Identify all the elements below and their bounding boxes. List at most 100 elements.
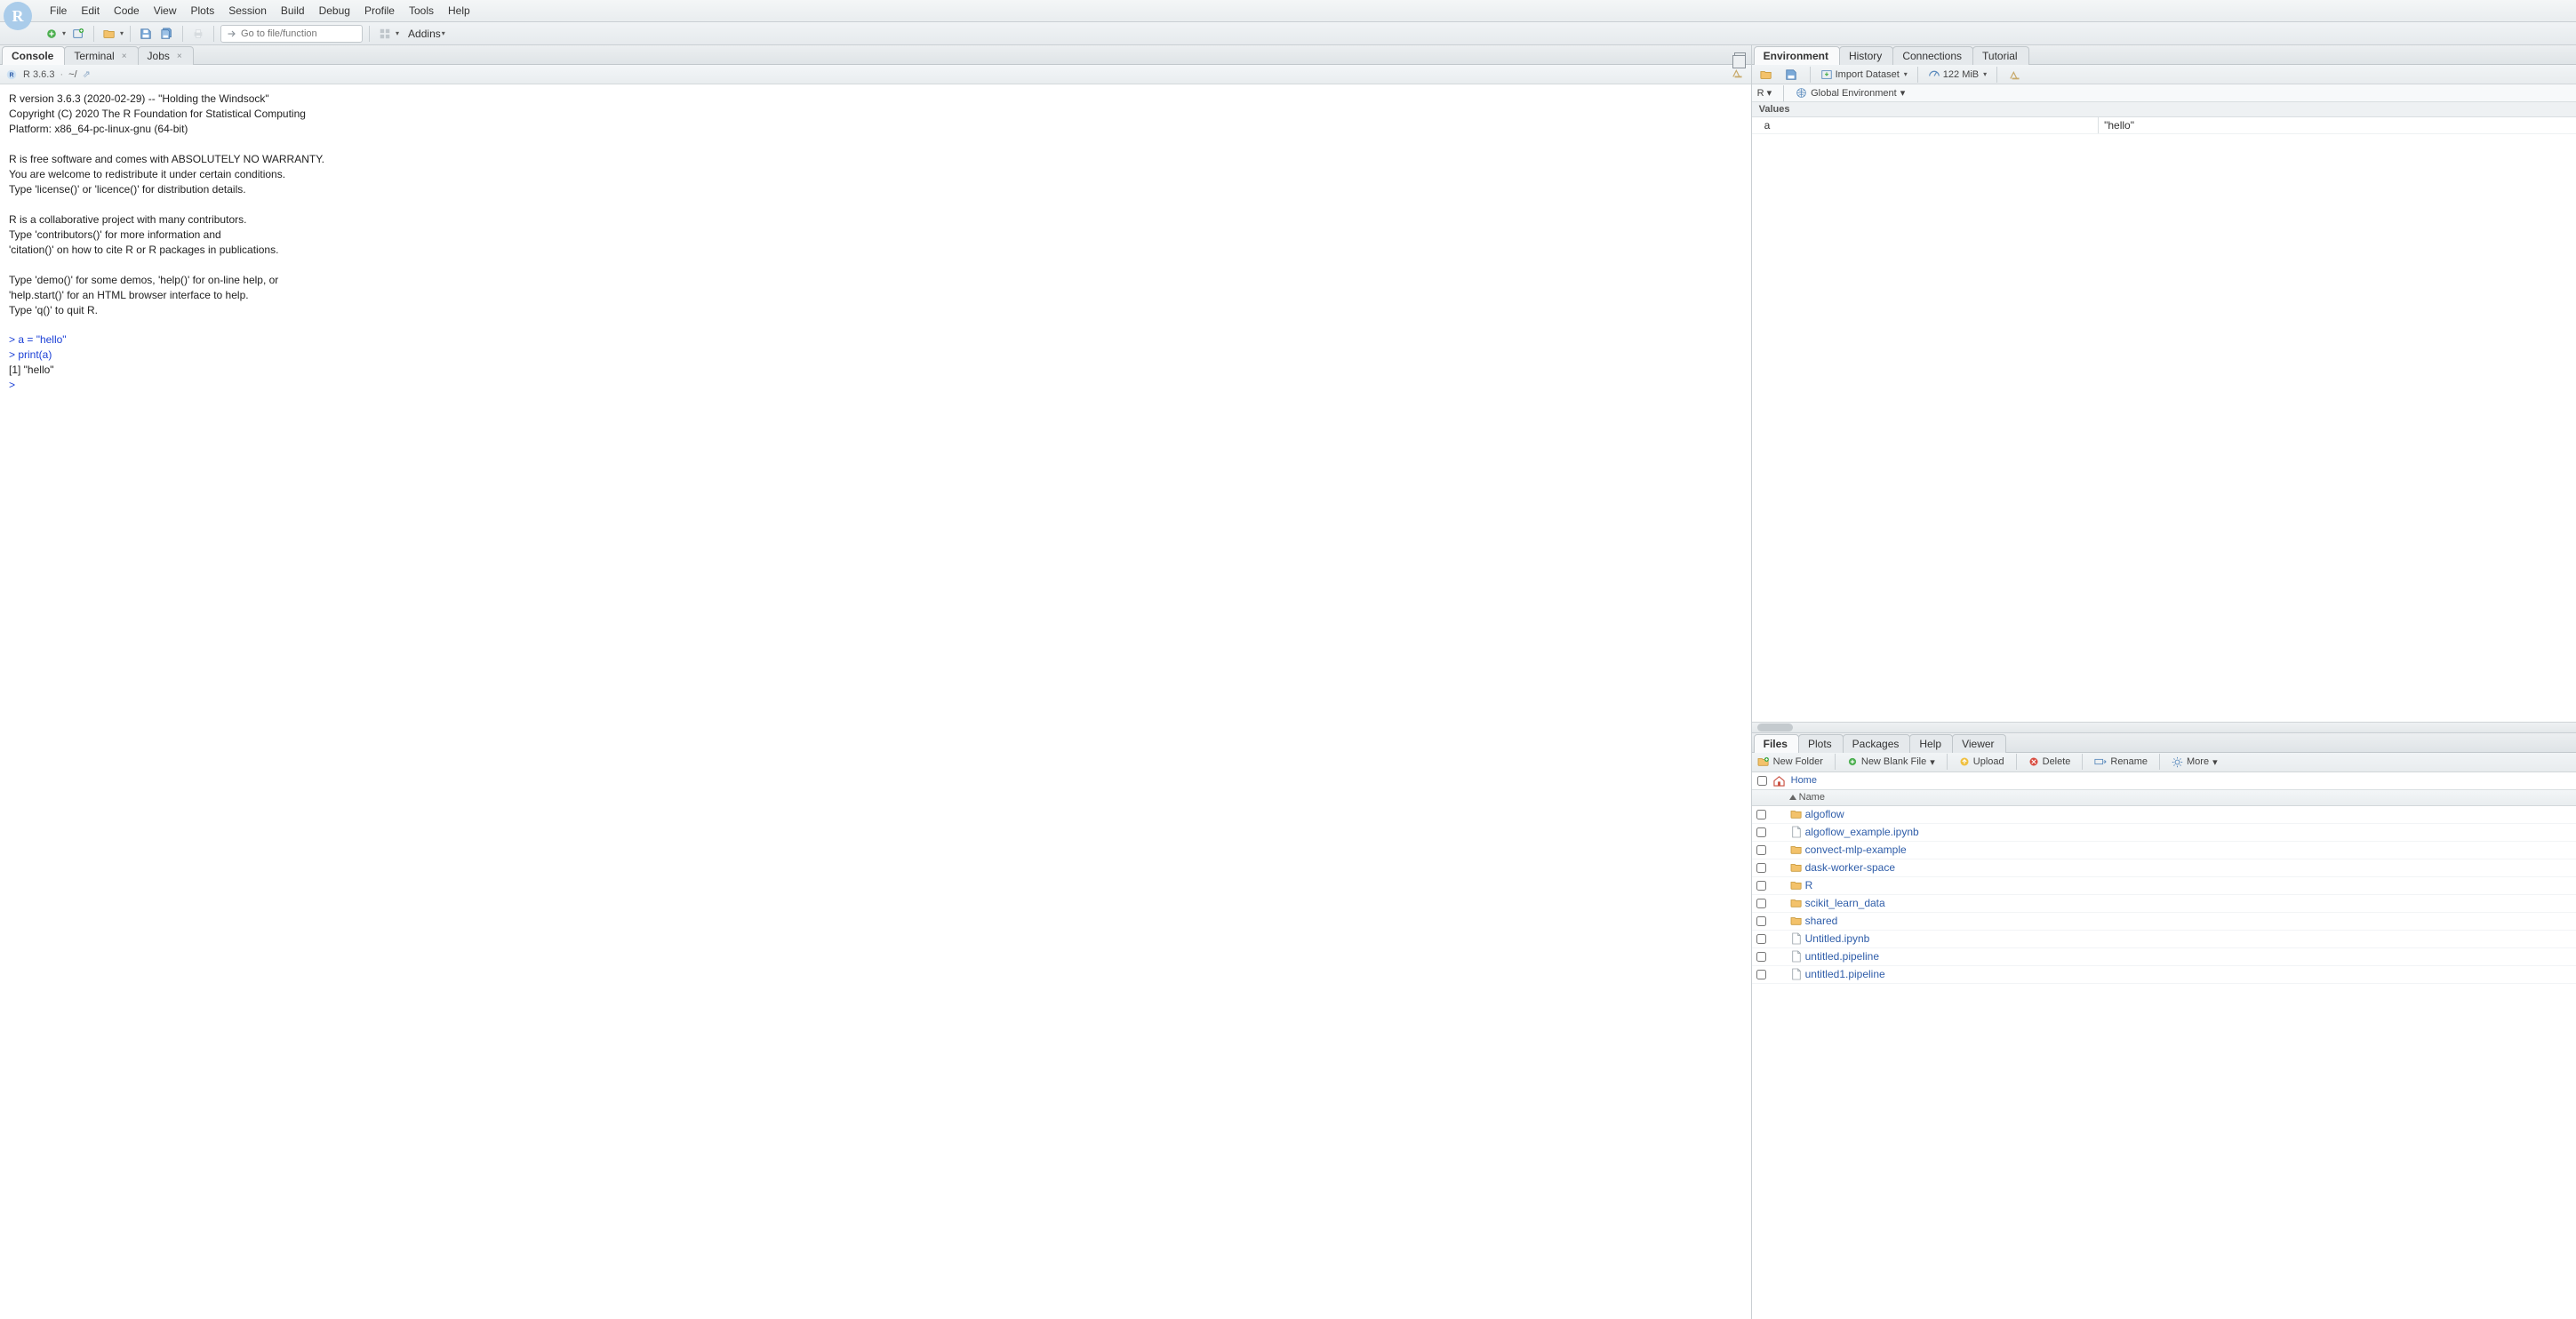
more-dropdown[interactable]: More ▾ [2172,756,2218,768]
file-checkbox[interactable] [1756,934,1766,944]
save-button[interactable] [137,25,155,43]
menu-file[interactable]: File [43,0,74,22]
console-out-1: [1] "hello" [9,364,54,376]
goto-input[interactable] [241,28,348,39]
file-checkbox[interactable] [1756,881,1766,891]
separator [1917,67,1918,83]
console-body[interactable]: R version 3.6.3 (2020-02-29) -- "Holding… [0,84,1751,1319]
file-link[interactable]: R [1805,879,1813,891]
save-workspace-button[interactable] [1782,66,1800,84]
menu-view[interactable]: View [147,0,184,22]
right-top-pane: EnvironmentHistoryConnectionsTutorial Im… [1752,45,2576,733]
memory-usage-dropdown[interactable]: 122 MiB ▾ [1928,68,1987,81]
save-all-button[interactable] [158,25,176,43]
tab-console[interactable]: Console [2,46,65,65]
separator [1996,67,1997,83]
menu-debug[interactable]: Debug [312,0,357,22]
file-link[interactable]: dask-worker-space [1805,861,1895,874]
new-project-button[interactable] [69,25,87,43]
dropdown-arrow-icon: ▾ [1930,756,1935,768]
tab-plots[interactable]: Plots [1798,734,1844,753]
file-link[interactable]: convect-mlp-example [1805,843,1907,856]
addins-dropdown[interactable]: Addins ▾ [403,28,451,40]
new-folder-button[interactable]: New Folder [1757,756,1823,767]
tab-environment[interactable]: Environment [1754,46,1840,65]
clear-workspace-button[interactable] [2007,66,2025,84]
home-icon[interactable] [1772,775,1786,787]
tab-jobs[interactable]: Jobs × [138,46,194,65]
new-file-button[interactable] [43,25,60,43]
tab-packages[interactable]: Packages [1843,734,1911,753]
dropdown-arrow-icon[interactable]: ▾ [120,29,124,37]
load-workspace-button[interactable] [1757,66,1775,84]
global-env-dropdown[interactable]: Global Environment ▾ [1796,87,1905,99]
select-all-checkbox[interactable] [1757,776,1767,786]
menu-edit[interactable]: Edit [74,0,107,22]
file-icon [1788,950,1805,963]
open-file-button[interactable] [100,25,118,43]
plus-circle-icon [1847,756,1858,767]
env-horizontal-scrollbar[interactable] [1752,722,2576,732]
file-link[interactable]: algoflow_example.ipynb [1805,826,1919,838]
separator [1947,754,1948,770]
file-checkbox[interactable] [1756,845,1766,855]
popout-icon[interactable] [1734,52,1746,64]
menu-code[interactable]: Code [107,0,147,22]
env-toolbar-2: R ▾ Global Environment ▾ [1752,84,2576,102]
file-checkbox[interactable] [1756,916,1766,926]
menu-help[interactable]: Help [441,0,477,22]
tab-label: Jobs [148,50,170,62]
tab-viewer[interactable]: Viewer [1952,734,2005,753]
import-dataset-dropdown[interactable]: Import Dataset ▾ [1820,68,1908,81]
tab-tutorial[interactable]: Tutorial [1972,46,2029,65]
close-icon[interactable]: × [177,52,182,61]
goto-file-function-box[interactable] [220,25,363,43]
tab-terminal[interactable]: Terminal× [64,46,138,65]
close-icon[interactable]: × [122,52,127,61]
file-checkbox[interactable] [1756,899,1766,908]
dropdown-arrow-icon[interactable]: ▾ [396,29,399,37]
file-checkbox[interactable] [1756,827,1766,837]
file-link[interactable]: untitled1.pipeline [1805,968,1885,980]
rename-button[interactable]: Rename [2094,756,2148,767]
print-button[interactable] [189,25,207,43]
name-column-header[interactable]: Name [1788,792,2576,803]
env-body: a"hello" [1752,117,2576,732]
menu-profile[interactable]: Profile [357,0,402,22]
tab-files[interactable]: Files [1754,734,1799,753]
file-checkbox[interactable] [1756,970,1766,979]
menu-session[interactable]: Session [221,0,274,22]
r-scope-dropdown[interactable]: R ▾ [1757,87,1772,99]
scrollbar-thumb[interactable] [1757,723,1793,731]
tab-connections[interactable]: Connections [1892,46,1973,65]
menu-build[interactable]: Build [274,0,312,22]
wd-arrow-icon[interactable]: ⇗ [83,68,91,80]
file-icon [1788,932,1805,945]
file-link[interactable]: untitled.pipeline [1805,950,1879,963]
memory-label: 122 MiB [1943,69,1979,80]
delete-button[interactable]: Delete [2028,756,2071,767]
file-link[interactable]: algoflow [1805,808,1844,820]
grid-button[interactable] [376,25,394,43]
menu-bar: R FileEditCodeViewPlotsSessionBuildDebug… [0,0,2576,22]
file-link[interactable]: Untitled.ipynb [1805,932,1870,945]
right-top-tabs: EnvironmentHistoryConnectionsTutorial [1752,45,2576,65]
console-sub-toolbar: R R 3.6.3 · ~/ ⇗ [0,65,1751,84]
new-blank-file-button[interactable]: New Blank File ▾ [1847,756,1935,768]
home-breadcrumb[interactable]: Home [1791,775,1817,786]
upload-button[interactable]: Upload [1959,756,2004,767]
upload-label: Upload [1973,756,2004,767]
menu-plots[interactable]: Plots [184,0,222,22]
file-link[interactable]: scikit_learn_data [1805,897,1885,909]
file-link[interactable]: shared [1805,915,1838,927]
dropdown-arrow-icon[interactable]: ▾ [62,29,66,37]
tab-history[interactable]: History [1839,46,1893,65]
file-checkbox[interactable] [1756,863,1766,873]
file-checkbox[interactable] [1756,952,1766,962]
menu-tools[interactable]: Tools [402,0,441,22]
tab-help[interactable]: Help [1909,734,1953,753]
env-row[interactable]: a"hello" [1752,117,2576,134]
file-checkbox[interactable] [1756,810,1766,819]
clear-console-icon[interactable] [1732,67,1746,82]
r-logo: R [4,2,32,30]
